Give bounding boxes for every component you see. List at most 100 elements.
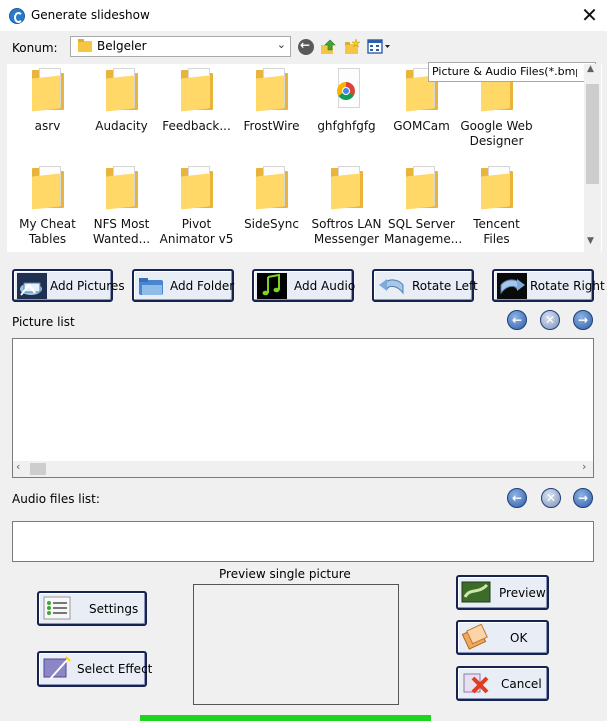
rotate-left-button[interactable]: Rotate Left [372,269,478,302]
file-item-label: My Cheat Tables [19,217,76,246]
rotate-right-label: Rotate Right [530,279,605,293]
cancel-label: Cancel [501,677,542,691]
file-item-label: Audacity [95,119,148,133]
scroll-down-arrow-icon[interactable]: ▼ [587,236,594,246]
pictures-icon [17,273,47,299]
preview-label: Preview single picture [219,567,351,581]
file-item[interactable]: ghfghfgfg [309,68,384,134]
ok-icon [461,624,488,650]
file-item-label: Feedback... [162,119,231,133]
preview-label-text: Preview [499,586,546,600]
add-pictures-button[interactable]: Add Pictures [12,269,125,302]
file-item[interactable]: SideSync [234,166,309,232]
ok-button[interactable]: OK [456,620,549,655]
new-folder-icon[interactable] [344,39,360,55]
view-menu-icon[interactable] [367,39,391,55]
chevron-down-icon: ⌄ [276,38,286,51]
audio-list-label: Audio files list: [12,492,100,506]
location-dropdown[interactable]: Belgeler ⌄ [70,36,291,57]
up-folder-icon[interactable] [320,39,336,55]
file-item-label: SQL Server Manageme... [384,217,463,246]
folder-icon [180,166,213,210]
picture-list-label: Picture list [12,315,75,329]
file-type-filter[interactable]: Picture & Audio Files(*.bmp;*.jp ⌄ [428,62,596,82]
settings-list-icon [43,596,71,620]
file-item[interactable]: NFS Most Wanted... [84,166,159,247]
chrome-file-icon [331,68,363,110]
file-browser[interactable]: asrv Audacity Feedback... FrostWire ghfghfgf… [7,64,602,252]
location-label: Konum: [12,41,58,55]
add-audio-button[interactable]: Add Audio [252,269,356,302]
close-button[interactable]: ✕ [572,0,607,31]
file-item[interactable]: Audacity [84,68,159,134]
file-item-label: Softros LAN Messenger [311,217,382,246]
file-item-label: ghfghfgfg [317,119,376,133]
add-folder-label: Add Folder [170,279,235,293]
audio-move-left-icon[interactable]: ← [507,488,527,508]
file-item-label: Tencent Files [473,217,520,246]
file-item-label: FrostWire [243,119,300,133]
rotate-right-button[interactable]: Rotate Right [492,269,605,302]
file-item[interactable]: Pivot Animator v5 [159,166,234,247]
cancel-icon [463,673,489,694]
select-effect-button[interactable]: Select Effect [37,651,152,687]
scroll-up-arrow-icon[interactable]: ▲ [587,64,594,74]
effect-wand-icon [43,656,71,680]
add-folder-button[interactable]: Add Folder [132,269,234,302]
scrollbar-thumb[interactable] [586,84,599,184]
preview-image-icon [461,581,491,603]
audio-remove-icon[interactable]: ✕ [541,488,561,508]
file-item[interactable]: Feedback... [159,68,234,134]
folder-icon [330,166,363,210]
file-item-label: Pivot Animator v5 [159,217,234,246]
add-pictures-label: Add Pictures [50,279,125,293]
preview-button[interactable]: Preview [456,575,549,610]
file-item[interactable]: asrv [10,68,85,134]
cancel-button[interactable]: Cancel [456,666,549,701]
folder-icon [31,166,64,210]
folder-icon [105,166,138,210]
audio-move-right-icon[interactable]: → [573,488,593,508]
rotate-right-icon [497,273,527,299]
move-right-icon[interactable]: → [573,310,593,330]
file-item[interactable]: FrostWire [234,68,309,134]
file-item[interactable]: SQL Server Manageme... [384,166,463,247]
remove-icon[interactable]: ✕ [540,310,560,330]
ok-label: OK [510,631,528,645]
folder-icon [78,39,92,52]
folder-icon [480,166,513,210]
file-item-label: Google Web Designer [460,119,533,148]
preview-area [193,584,399,705]
folder-icon [105,68,138,112]
progress-bar [140,715,431,721]
audio-files-list[interactable] [12,521,594,562]
file-item[interactable]: Softros LAN Messenger [309,166,384,247]
horizontal-scrollbar[interactable] [13,461,593,477]
folder-icon [255,166,288,210]
settings-label: Settings [89,602,139,616]
location-value: Belgeler [97,39,147,53]
move-left-icon[interactable]: ← [507,310,527,330]
folder-icon [255,68,288,112]
file-item[interactable]: Tencent Files [459,166,534,247]
folder-icon [180,68,213,112]
file-item-label: SideSync [244,217,299,231]
back-icon[interactable] [298,38,314,55]
folder-icon [405,166,438,210]
select-effect-label: Select Effect [77,662,153,676]
picture-list[interactable] [12,338,594,478]
folder-icon [31,68,64,112]
file-item-label: GOMCam [393,119,450,133]
music-note-icon [257,273,287,299]
window-title: Generate slideshow [31,8,150,22]
settings-button[interactable]: Settings [37,591,147,626]
file-item[interactable]: My Cheat Tables [10,166,85,247]
scrollbar-thumb[interactable] [30,463,46,475]
folder-icon [139,278,163,295]
scroll-left-arrow-icon[interactable]: ‹ [16,460,20,473]
file-item-label: asrv [34,119,61,133]
rotate-left-icon [379,279,404,295]
app-icon [9,8,25,24]
add-audio-label: Add Audio [294,279,356,293]
scroll-right-arrow-icon[interactable]: › [582,460,586,473]
